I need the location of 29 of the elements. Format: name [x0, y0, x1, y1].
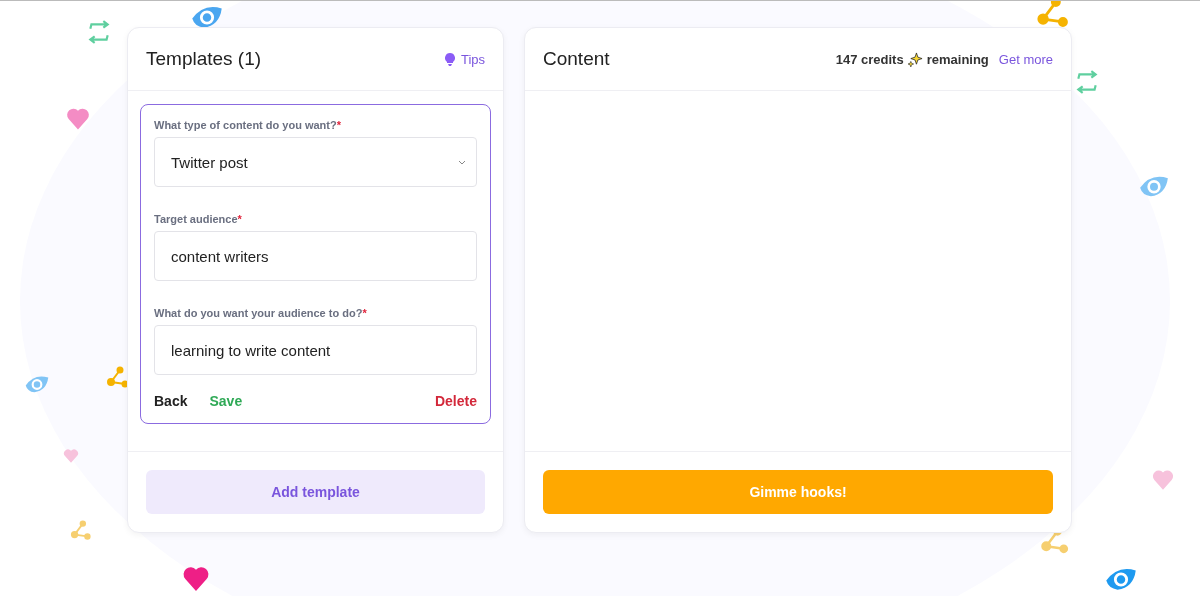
required-mark: * [237, 213, 242, 225]
eye-icon [1104, 567, 1138, 591]
share-icon [70, 519, 92, 541]
eye-icon [24, 375, 50, 394]
required-mark: * [336, 119, 341, 131]
panel-title: Content [543, 48, 610, 70]
field-label: Target audience [154, 213, 238, 225]
chevron-down-icon [458, 159, 466, 165]
share-icon [1036, 1, 1070, 29]
add-template-button[interactable]: Add template [146, 470, 485, 514]
back-button[interactable]: Back [154, 393, 188, 409]
save-button[interactable]: Save [209, 393, 243, 409]
panel-title: Templates (1) [146, 48, 262, 70]
sparkles-icon [907, 51, 923, 67]
repeat-icon [86, 19, 112, 45]
required-mark: * [362, 307, 367, 319]
delete-button[interactable]: Delete [434, 393, 477, 409]
credits-count: 147 credits [835, 51, 904, 67]
text-input[interactable]: learning to write content [154, 325, 477, 375]
content-type-select[interactable]: Twitter post [154, 137, 477, 187]
tips-link[interactable]: Tips [444, 51, 485, 67]
field-label: What do you want your audience to do? [154, 307, 363, 319]
heart-icon [62, 447, 80, 465]
credits-label: remaining [926, 51, 989, 67]
text-input[interactable]: content writers [154, 231, 477, 281]
repeat-icon [1074, 69, 1100, 95]
field-label: What type of content do you want? [154, 119, 337, 131]
get-more-link[interactable]: Get more [998, 51, 1053, 67]
lightbulb-icon [444, 52, 455, 66]
